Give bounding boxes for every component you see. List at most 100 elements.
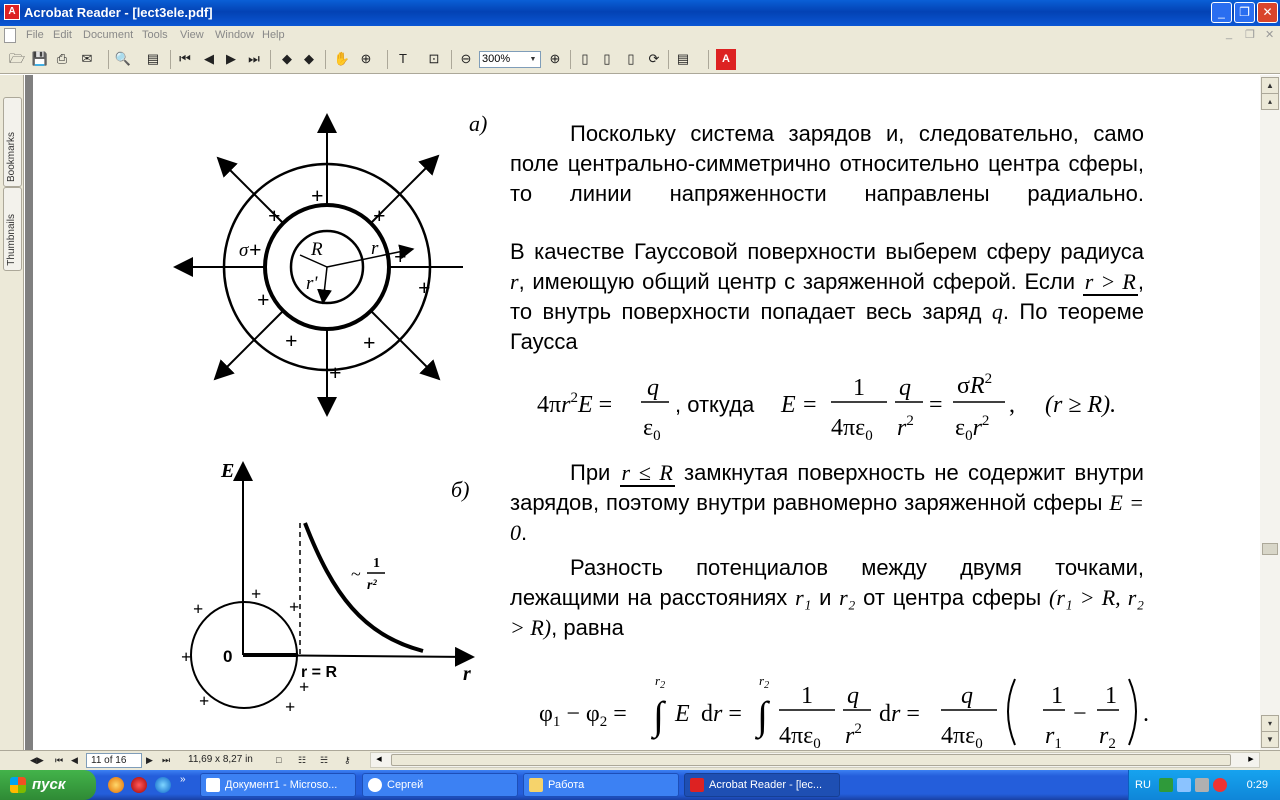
svg-text:dr =: dr = [879,701,920,727]
print-icon[interactable]: ⎙ [53,50,71,68]
back-icon[interactable]: ◆ [278,50,296,68]
email-icon[interactable]: ✉ [78,50,96,68]
svg-text:dr =: dr = [701,701,742,727]
tab-bookmarks[interactable]: Bookmarks [3,97,22,187]
menu-tools[interactable]: Tools [142,29,168,41]
separator [325,50,326,69]
snapshot-icon[interactable]: ⊡ [425,50,443,68]
separator [451,50,452,69]
network-icon[interactable] [1159,778,1173,792]
paragraph-3-part-a: При [570,460,611,485]
first-page-status-icon[interactable]: ⏮ [55,754,63,767]
zoom-tool-icon[interactable]: ⊕ [357,50,375,68]
page-number-field[interactable]: 11 of 16 [86,753,142,768]
task-word[interactable]: Документ1 - Microso... [200,773,356,797]
scroll-thumb[interactable] [1262,543,1278,555]
doc-close-icon[interactable]: ✕ [1265,28,1274,41]
next-page-status-icon[interactable]: ▶ [146,754,153,767]
antivirus-icon[interactable] [1213,778,1227,792]
minimize-button[interactable]: _ [1211,2,1232,23]
actual-size-icon[interactable]: ▯ [576,50,594,68]
svg-text:1: 1 [1051,683,1063,709]
menu-window[interactable]: Window [215,29,254,41]
svg-text:,: , [1009,392,1015,418]
language-indicator[interactable]: RU [1135,779,1151,791]
scroll-left-icon[interactable]: ◀ [373,754,385,766]
plus-sign: + [285,328,298,353]
continuous-icon[interactable]: ☷ [298,754,306,767]
quicklaunch-more-icon[interactable]: » [180,774,186,785]
separator [708,50,709,69]
maximize-button[interactable]: ❐ [1234,2,1255,23]
fit-page-icon[interactable]: ▯ [598,50,616,68]
forward-icon[interactable]: ◆ [300,50,318,68]
task-acrobat[interactable]: Acrobat Reader - [lec... [684,773,840,797]
facing-icon[interactable]: ☵ [320,754,328,767]
rotate-icon[interactable]: ⟳ [645,50,663,68]
last-page-icon[interactable]: ⏭ [245,50,263,68]
volume-icon[interactable] [1177,778,1191,792]
single-page-icon[interactable]: □ [276,754,281,767]
svg-text:∫: ∫ [650,693,667,740]
plus-sign: + [199,691,209,711]
prev-page-status-icon[interactable]: ◀ [71,754,78,767]
first-page-icon[interactable]: ⏮ [176,50,194,68]
ie-icon[interactable] [155,777,171,793]
figure-a-label: а) [469,111,488,136]
doc-minimize-icon[interactable]: _ [1226,28,1232,40]
task-sergey[interactable]: Сергей [362,773,518,797]
horizontal-scroll-thumb[interactable] [391,754,1231,766]
horizontal-scrollbar[interactable]: ◀ ▶ [370,752,1260,768]
fraction-numerator: 1 [373,556,380,571]
sigma-label: σ [239,240,249,261]
save-icon[interactable]: 💾 [31,50,49,68]
zoom-in-icon[interactable]: ⊕ [546,50,564,68]
vertical-scrollbar[interactable]: ▲ ▴ ▾ ▼ [1260,75,1280,750]
document-icon[interactable] [4,28,16,43]
plus-sign: + [289,597,299,617]
condition-r-gt-R: r > R [1082,269,1138,296]
start-button[interactable]: пуск [0,770,96,800]
menu-document[interactable]: Document [83,29,133,41]
var-q: q [991,299,1003,324]
next-page-icon[interactable]: ▶ [222,50,240,68]
key-icon[interactable]: ⚷ [344,754,351,767]
scroll-down-icon[interactable]: ▼ [1261,731,1279,748]
open-icon[interactable]: 🗁 [8,50,26,68]
task-rabota[interactable]: Работа [523,773,679,797]
hand-tool-icon[interactable]: ✋ [333,50,351,68]
formula-potential: φ1 − φ2 = r2 ∫ Edr = r2 ∫ 1 4πε0 q r2 dr… [539,673,1149,750]
menu-view[interactable]: View [180,29,204,41]
menu-help[interactable]: Help [262,29,285,41]
formula-gauss: 4πr2E = q ε0 E = 1 4πε0 q r2 = σR2 ε0r2 , [537,371,1116,444]
scroll-up-icon[interactable]: ▲ [1261,77,1279,94]
split-icon[interactable]: ◀▶ [30,754,44,767]
menu-file[interactable]: File [26,29,44,41]
device-icon[interactable] [1195,778,1209,792]
scroll-down-page-icon[interactable]: ▾ [1261,715,1279,732]
close-button[interactable]: ✕ [1257,2,1278,23]
title-bar[interactable]: A Acrobat Reader - [lect3ele.pdf] _ ❐ ✕ [0,0,1280,26]
tab-thumbnails[interactable]: Thumbnails [3,187,22,271]
prev-page-icon[interactable]: ◀ [200,50,218,68]
firefox-icon[interactable] [108,777,124,793]
search-icon[interactable]: 🔍 [114,50,132,68]
scroll-right-icon[interactable]: ▶ [1245,754,1257,766]
document-view[interactable]: + + + + + + + + + + σ R r r' а) + + + + … [25,75,1260,750]
navigation-pane-icon[interactable]: ▤ [144,50,162,68]
doc-restore-icon[interactable]: ❐ [1245,28,1255,41]
menu-edit[interactable]: Edit [53,29,72,41]
task-acrobat-label: Acrobat Reader - [lec... [709,779,823,791]
page-layout-icon[interactable]: ▤ [674,50,692,68]
fit-width-icon[interactable]: ▯ [622,50,640,68]
opera-icon[interactable] [131,777,147,793]
last-page-status-icon[interactable]: ⏭ [162,754,170,767]
r-prime-label: r' [306,273,318,294]
menu-bar: File Edit Document Tools View Window Hel… [0,26,1280,45]
adobe-logo-icon[interactable]: A [716,49,736,70]
scroll-up-page-icon[interactable]: ▴ [1261,93,1279,110]
chevron-down-icon[interactable]: ▼ [527,53,539,66]
zoom-out-icon[interactable]: ⊖ [457,50,475,68]
zoom-select[interactable]: 300% ▼ [479,51,541,68]
text-select-icon[interactable]: T [394,50,412,68]
